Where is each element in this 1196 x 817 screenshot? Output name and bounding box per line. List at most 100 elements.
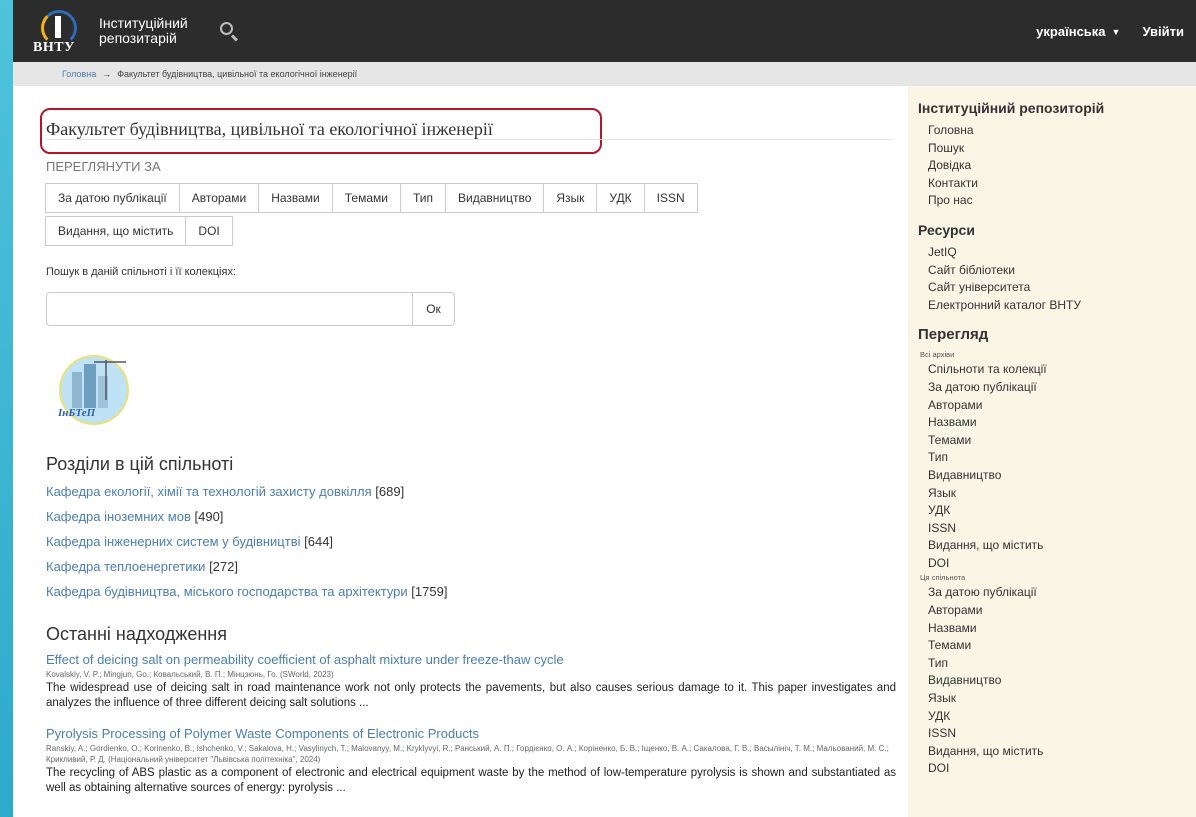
browse-buttons-row-2: Видання, що містить DOI [45,216,233,246]
search-icon-circle [219,22,233,35]
sidebar-resources-item[interactable]: JetIQ [918,244,1196,262]
sidebar-repository-item[interactable]: Контакти [918,175,1196,193]
sidebar-heading-repository: Інституційний репозиторій [918,100,1105,116]
logo-building-1 [72,372,82,408]
sidebar-all-archives-label: Всі архіви [920,350,955,360]
top-navbar: ВНТУ Інституційний репозитарій українськ… [13,0,1196,62]
sidebar-all-archives-item[interactable]: За датою публікації [918,379,1196,397]
breadcrumb: Головна → Факультет будівництва, цивільн… [13,62,1196,86]
sidebar-this-community-item[interactable]: Тип [918,655,1196,673]
title-divider [46,139,891,140]
sidebar-all-archives-item[interactable]: Авторами [918,397,1196,415]
search-label: Пошук в даній спільноті і її колекціях: [46,266,236,278]
subdivision-link[interactable]: Кафедра екології, хімії та технологій за… [46,484,372,499]
subdivision-link[interactable]: Кафедра теплоенергетики [46,559,205,574]
subdivision-count: [490] [194,509,224,524]
sidebar-this-community-item[interactable]: Темами [918,637,1196,655]
list-item: Кафедра будівництва, міського господарст… [46,584,447,609]
sidebar-resources-item[interactable]: Електронний каталог ВНТУ [918,297,1196,315]
breadcrumb-separator: → [102,69,112,79]
list-item: Кафедра теплоенергетики [272] [46,559,447,584]
recent-item-title[interactable]: Effect of deicing salt on permeability c… [46,652,896,668]
sidebar-all-archives-item[interactable]: Язык [918,485,1196,503]
recent-item-abstract: The recycling of ABS plastic as a compon… [46,767,896,794]
sidebar-this-community-item[interactable]: DOI [918,760,1196,778]
login-link[interactable]: Увійти [1142,24,1196,39]
search-input[interactable] [46,292,413,326]
recent-item-abstract: The widespread use of deicing salt in ro… [46,682,896,709]
breadcrumb-home[interactable]: Головна [62,69,96,79]
browse-button-publisher[interactable]: Видавництво [445,183,545,213]
sidebar-repository-item[interactable]: Довідка [918,157,1196,175]
browse-button-authors[interactable]: Авторами [178,183,260,213]
sidebar: Інституційний репозиторій Головна Пошук До… [908,86,1196,817]
browse-button-container[interactable]: Видання, що містить [45,216,187,246]
sidebar-this-community-item[interactable]: ISSN [918,725,1196,743]
search-icon[interactable] [218,20,240,42]
sidebar-all-archives-item[interactable]: Спільноти та колекції [918,361,1196,379]
logo-text: ІнБТеП [57,407,96,419]
logo-text: ВНТУ [33,40,75,55]
community-logo: ІнБТеП [57,355,129,425]
community-search: Ок [46,292,455,326]
browse-button-udc[interactable]: УДК [596,183,645,213]
recent-item: Effect of deicing salt on permeability c… [46,652,896,711]
brand-title[interactable]: Інституційний репозитарій [99,16,188,46]
browse-button-titles[interactable]: Назвами [258,183,333,213]
logo-mark [55,16,61,38]
sidebar-all-archives-item[interactable]: ISSN [918,520,1196,538]
sidebar-heading-resources: Ресурси [918,221,975,238]
search-ok-button[interactable]: Ок [413,292,455,326]
recent-item-title[interactable]: Pyrolysis Processing of Polymer Waste Co… [46,726,896,742]
recent-item-authors: Kovalskiy, V. P.; Mingjun, Go.; Ковальсь… [46,670,334,679]
sidebar-all-archives-item[interactable]: Видання, що містить [918,537,1196,555]
nav-right: українська ▼ Увійти [1014,24,1196,39]
sidebar-this-community-item[interactable]: УДК [918,708,1196,726]
browse-button-doi[interactable]: DOI [185,216,233,246]
sidebar-resources-item[interactable]: Сайт університета [918,279,1196,297]
logo-building-2 [84,364,96,408]
sidebar-this-community-label: Ця спільнота [920,573,966,583]
brand-line-2: репозитарій [99,30,177,46]
sidebar-all-archives-list: Спільноти та колекції За датою публікації… [918,361,1196,572]
sidebar-this-community-item[interactable]: Язык [918,690,1196,708]
sidebar-all-archives-item[interactable]: УДК [918,502,1196,520]
sidebar-this-community-item[interactable]: Видавництво [918,672,1196,690]
sidebar-resources-list: JetIQ Сайт бібліотеки Сайт університета Еле… [918,244,1196,314]
subdivision-count: [644] [304,534,334,549]
sidebar-all-archives-item[interactable]: Видавництво [918,467,1196,485]
subdivision-count: [689] [375,484,405,499]
subdivision-link[interactable]: Кафедра будівництва, міського господарст… [46,584,408,599]
sidebar-repository-item[interactable]: Про нас [918,192,1196,210]
browse-button-language[interactable]: Язык [543,183,598,213]
language-dropdown[interactable]: українська ▼ [1014,24,1142,39]
sidebar-heading-browse: Перегляд [918,326,989,344]
sidebar-this-community-item[interactable]: Назвами [918,620,1196,638]
sidebar-repository-item[interactable]: Головна [918,122,1196,140]
sidebar-resources-item[interactable]: Сайт бібліотеки [918,262,1196,280]
subdivision-count: [1759] [411,584,448,599]
browse-button-type[interactable]: Тип [399,183,446,213]
subdivision-link[interactable]: Кафедра інженерних систем у будівництві [46,534,301,549]
sidebar-all-archives-item[interactable]: Назвами [918,414,1196,432]
subdivisions-heading: Розділи в цій спільноті [46,454,234,474]
list-item: Кафедра екології, хімії та технологій за… [46,484,447,509]
sidebar-this-community-item[interactable]: За датою публікації [918,584,1196,602]
sidebar-all-archives-item[interactable]: Темами [918,432,1196,450]
browse-button-date[interactable]: За датою публікації [45,183,180,213]
sidebar-repository-item[interactable]: Пошук [918,140,1196,158]
subdivision-link[interactable]: Кафедра іноземних мов [46,509,191,524]
sidebar-all-archives-item[interactable]: Тип [918,449,1196,467]
subdivision-count: [272] [209,559,238,574]
browse-button-subjects[interactable]: Темами [331,183,401,213]
browse-label: ПЕРЕГЛЯНУТИ ЗА [46,159,161,174]
breadcrumb-current: Факультет будівництва, цивільної та екол… [117,69,358,79]
university-logo[interactable]: ВНТУ [33,6,91,56]
browse-button-issn[interactable]: ISSN [643,183,698,213]
page-title: Факультет будівництва, цивільної та екол… [46,119,493,139]
sidebar-all-archives-item[interactable]: DOI [918,555,1196,573]
sidebar-repository-list: Головна Пошук Довідка Контакти Про нас [918,122,1196,210]
sidebar-this-community-item[interactable]: Авторами [918,602,1196,620]
sidebar-this-community-item[interactable]: Видання, що містить [918,743,1196,761]
recent-submissions-heading: Останні надходження [46,624,227,644]
